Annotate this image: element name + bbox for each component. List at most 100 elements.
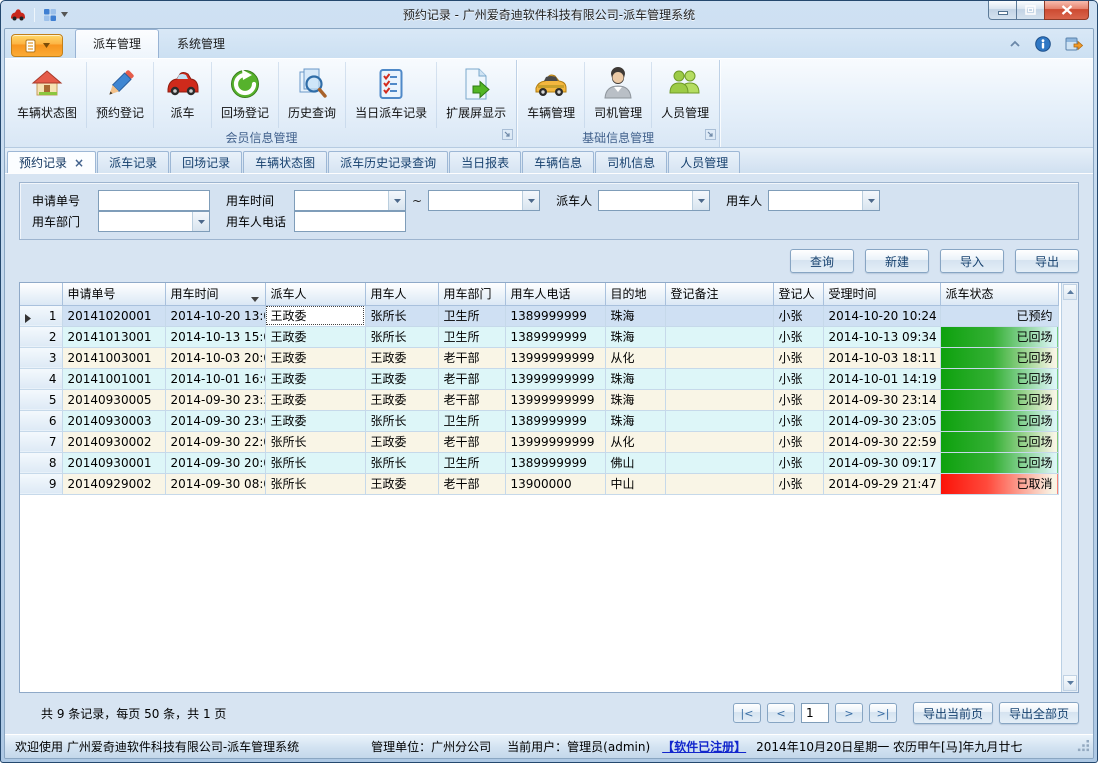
cell-accept_time[interactable]: 2014-09-30 22:59 xyxy=(823,431,940,452)
cell-destination[interactable]: 珠海 xyxy=(605,305,665,326)
cell-registrar[interactable]: 小张 xyxy=(773,326,823,347)
table-row[interactable]: 4201410010012014-10-01 16:00王政委王政委老干部139… xyxy=(20,368,1058,389)
chevron-down-icon[interactable] xyxy=(692,191,709,210)
dept-combo[interactable] xyxy=(98,211,210,232)
ribbon-button-driver-mgmt[interactable]: 司机管理 xyxy=(585,62,652,128)
cell-status[interactable]: 已回场 xyxy=(940,347,1058,368)
doc-tab-driver-info[interactable]: 司机信息 xyxy=(595,151,667,173)
table-row[interactable]: 5201409300052014-09-30 23:30王政委王政委老干部139… xyxy=(20,389,1058,410)
query-button[interactable]: 查询 xyxy=(790,249,854,273)
cell-registrar[interactable]: 小张 xyxy=(773,305,823,326)
export-all-pages-button[interactable]: 导出全部页 xyxy=(999,702,1079,724)
cell-use_time[interactable]: 2014-09-30 20:00 xyxy=(165,452,265,473)
ribbon-button-vehicle-status-chart[interactable]: 车辆状态图 xyxy=(8,62,87,128)
cell-dept[interactable]: 卫生所 xyxy=(438,410,505,431)
cell-status[interactable]: 已回场 xyxy=(940,326,1058,347)
cell-dispatcher[interactable]: 王政委 xyxy=(265,368,365,389)
cell-destination[interactable]: 珠海 xyxy=(605,389,665,410)
cell-remark[interactable] xyxy=(665,305,773,326)
cell-dept[interactable]: 卫生所 xyxy=(438,305,505,326)
cell-use_time[interactable]: 2014-10-20 13:00 xyxy=(165,305,265,326)
cell-accept_time[interactable]: 2014-09-30 23:05 xyxy=(823,410,940,431)
table-row[interactable]: 8201409300012014-09-30 20:00张所长张所长卫生所138… xyxy=(20,452,1058,473)
exit-icon[interactable] xyxy=(1065,36,1083,52)
cell-accept_time[interactable]: 2014-10-13 09:34 xyxy=(823,326,940,347)
row-number-cell[interactable]: 6 xyxy=(20,410,62,431)
cell-remark[interactable] xyxy=(665,410,773,431)
quick-access-dropdown-icon[interactable] xyxy=(61,12,68,17)
cell-order_no[interactable]: 20141003001 xyxy=(62,347,165,368)
quick-access-toolbar-icon[interactable] xyxy=(43,8,57,22)
cell-dispatcher[interactable]: 王政委 xyxy=(265,389,365,410)
table-row[interactable]: 7201409300022014-09-30 22:00张所长王政委老干部139… xyxy=(20,431,1058,452)
ribbon-tab-system-mgmt[interactable]: 系统管理 xyxy=(159,30,243,58)
cell-use_time[interactable]: 2014-09-30 23:00 xyxy=(165,410,265,431)
maximize-button[interactable] xyxy=(1016,1,1045,20)
cell-passenger[interactable]: 王政委 xyxy=(365,473,438,494)
ribbon-tab-dispatch-mgmt[interactable]: 派车管理 xyxy=(75,29,159,58)
doc-tab-return-records[interactable]: 回场记录 xyxy=(170,151,242,173)
cell-phone[interactable]: 13999999999 xyxy=(505,389,605,410)
cell-order_no[interactable]: 20141001001 xyxy=(62,368,165,389)
cell-remark[interactable] xyxy=(665,326,773,347)
row-number-cell[interactable]: 8 xyxy=(20,452,62,473)
cell-accept_time[interactable]: 2014-09-29 21:47 xyxy=(823,473,940,494)
collapse-ribbon-icon[interactable] xyxy=(1009,40,1021,48)
cell-order_no[interactable]: 20140930001 xyxy=(62,452,165,473)
cell-dispatcher[interactable]: 张所长 xyxy=(265,431,365,452)
cell-remark[interactable] xyxy=(665,431,773,452)
cell-use_time[interactable]: 2014-09-30 22:00 xyxy=(165,431,265,452)
passenger-combo[interactable] xyxy=(768,190,880,211)
doc-tab-vehicle-status[interactable]: 车辆状态图 xyxy=(243,151,327,173)
use-time-to-combo[interactable] xyxy=(428,190,540,211)
cell-dispatcher[interactable]: 王政委 xyxy=(265,326,365,347)
cell-accept_time[interactable]: 2014-09-30 09:17 xyxy=(823,452,940,473)
doc-tab-reservations[interactable]: 预约记录× xyxy=(7,151,96,173)
cell-destination[interactable]: 中山 xyxy=(605,473,665,494)
cell-passenger[interactable]: 王政委 xyxy=(365,347,438,368)
cell-order_no[interactable]: 20140930002 xyxy=(62,431,165,452)
cell-dispatcher[interactable]: 张所长 xyxy=(265,452,365,473)
cell-registrar[interactable]: 小张 xyxy=(773,389,823,410)
ribbon-button-personnel-mgmt[interactable]: 人员管理 xyxy=(652,62,718,128)
row-number-cell[interactable]: 4 xyxy=(20,368,62,389)
cell-use_time[interactable]: 2014-09-30 08:00 xyxy=(165,473,265,494)
cell-phone[interactable]: 1389999999 xyxy=(505,305,605,326)
ribbon-button-history-query[interactable]: 历史查询 xyxy=(279,62,346,128)
first-page-button[interactable]: |< xyxy=(733,703,761,723)
cell-accept_time[interactable]: 2014-10-20 10:24 xyxy=(823,305,940,326)
dialog-launcher-icon[interactable] xyxy=(502,129,513,143)
cell-order_no[interactable]: 20141013001 xyxy=(62,326,165,347)
cell-phone[interactable]: 13999999999 xyxy=(505,347,605,368)
cell-dispatcher[interactable]: 王政委 xyxy=(265,410,365,431)
cell-remark[interactable] xyxy=(665,347,773,368)
cell-destination[interactable]: 珠海 xyxy=(605,368,665,389)
cell-status[interactable]: 已回场 xyxy=(940,368,1058,389)
doc-tab-personnel[interactable]: 人员管理 xyxy=(668,151,740,173)
cell-passenger[interactable]: 张所长 xyxy=(365,410,438,431)
cell-destination[interactable]: 珠海 xyxy=(605,410,665,431)
scroll-down-icon[interactable] xyxy=(1063,675,1077,691)
cell-dispatcher[interactable]: 王政委 xyxy=(265,347,365,368)
ribbon-button-extended-screen[interactable]: 扩展屏显示 xyxy=(437,62,515,128)
column-header-用车时间[interactable]: 用车时间 xyxy=(165,283,265,305)
column-header-目的地[interactable]: 目的地 xyxy=(605,283,665,305)
cell-dept[interactable]: 老干部 xyxy=(438,473,505,494)
info-icon[interactable] xyxy=(1035,36,1051,52)
ribbon-button-today-dispatch-records[interactable]: 当日派车记录 xyxy=(346,62,437,128)
cell-status[interactable]: 已取消 xyxy=(940,473,1058,494)
row-header-column[interactable] xyxy=(20,283,62,305)
cell-passenger[interactable]: 王政委 xyxy=(365,431,438,452)
doc-tab-vehicle-info[interactable]: 车辆信息 xyxy=(522,151,594,173)
cell-dept[interactable]: 老干部 xyxy=(438,389,505,410)
doc-tab-dispatch-history-query[interactable]: 派车历史记录查询 xyxy=(328,151,448,173)
cell-destination[interactable]: 从化 xyxy=(605,347,665,368)
cell-order_no[interactable]: 20140929002 xyxy=(62,473,165,494)
row-number-cell[interactable]: 5 xyxy=(20,389,62,410)
application-menu-button[interactable] xyxy=(11,34,63,57)
cell-dept[interactable]: 卫生所 xyxy=(438,452,505,473)
table-row[interactable]: 3201410030012014-10-03 20:00王政委王政委老干部139… xyxy=(20,347,1058,368)
doc-tab-dispatch-records[interactable]: 派车记录 xyxy=(97,151,169,173)
column-header-受理时间[interactable]: 受理时间 xyxy=(823,283,940,305)
row-number-cell[interactable]: 9 xyxy=(20,473,62,494)
